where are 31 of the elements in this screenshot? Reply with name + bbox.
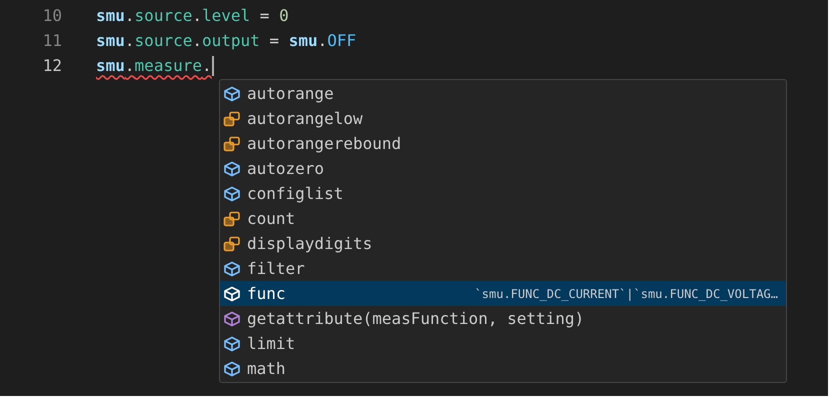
cube-icon (223, 260, 241, 276)
enum-icon (223, 136, 241, 152)
suggestion-item[interactable]: math (220, 356, 786, 381)
suggestion-item[interactable]: configlist (220, 181, 786, 206)
cube-icon (223, 186, 241, 202)
suggestion-item[interactable]: autozero (220, 156, 786, 181)
enum-icon (223, 110, 241, 126)
suggestion-item[interactable]: displaydigits (220, 231, 786, 256)
suggestion-item[interactable]: filter (220, 256, 786, 281)
method-cube-icon (223, 310, 241, 326)
suggestion-item[interactable]: limit (220, 331, 786, 356)
cube-icon (223, 86, 241, 102)
enum-icon (223, 210, 241, 226)
cube-icon (223, 360, 241, 376)
cube-icon (223, 286, 241, 302)
cube-icon (223, 160, 241, 176)
suggestion-item[interactable]: autorange (220, 81, 786, 106)
enum-icon (223, 236, 241, 252)
suggestion-item[interactable]: autorangerebound (220, 131, 786, 156)
suggestion-item[interactable]: func `smu.FUNC_DC_CURRENT`|`smu.FUNC_DC_VOLTAG… (220, 281, 786, 306)
code-line: smu.measure. (96, 54, 212, 76)
cube-icon (223, 336, 241, 352)
code-line: smu.source.level = 0 (96, 4, 289, 26)
code-line: smu.source.output = smu.OFF (96, 30, 356, 52)
suggestion-item[interactable]: autorangelow (220, 106, 786, 131)
suggestion-item[interactable]: getattribute(measFunction, setting) (220, 306, 786, 331)
line-number: 10 (42, 4, 63, 26)
line-number: 12 (42, 54, 63, 76)
text-cursor (212, 56, 214, 76)
suggestion-item[interactable]: count (220, 206, 786, 231)
line-number: 11 (42, 30, 63, 52)
